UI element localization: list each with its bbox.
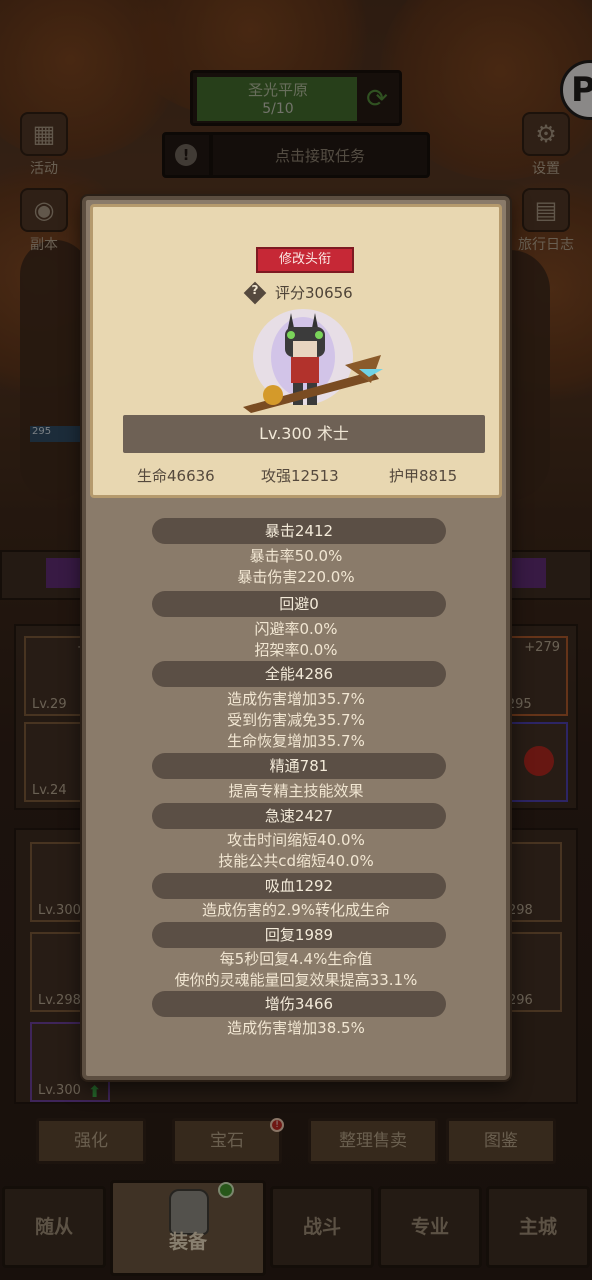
stat-header-mastery: 精通781 [152, 753, 446, 779]
stat-header-lifesteal: 吸血1292 [152, 873, 446, 899]
score-row: ? 评分30656 [243, 281, 383, 305]
stat-line: 每5秒回复4.4%生命值 [219, 950, 373, 968]
help-icon[interactable]: ? [247, 283, 263, 297]
change-title-button[interactable]: 修改头衔 [256, 247, 354, 273]
stat-header-versatility: 全能4286 [152, 661, 446, 687]
stat-line: 造成伤害增加35.7% [227, 690, 365, 708]
stat-line: 使你的灵魂能量回复效果提高33.1% [174, 971, 418, 989]
stat-header-regen: 回复1989 [152, 922, 446, 948]
hero-portrait [243, 309, 383, 413]
stat-line: 生命恢复增加35.7% [227, 732, 365, 750]
armor-stat: 护甲8815 [389, 467, 458, 485]
character-stats-popup: 修改头衔 ? 评分30656 Lv.300 术士 生命46636 攻强12513 [82, 196, 510, 1080]
stat-header-crit: 暴击2412 [152, 518, 446, 544]
stat-header-haste: 急速2427 [152, 803, 446, 829]
stat-header-avoidance: 回避0 [152, 591, 446, 617]
hp-stat: 生命46636 [137, 467, 215, 485]
stat-line: 造成伤害的2.9%转化成生命 [201, 901, 391, 919]
character-card: 修改头衔 ? 评分30656 Lv.300 术士 生命46636 攻强12513 [90, 204, 502, 498]
stat-line: 攻击时间缩短40.0% [227, 831, 365, 849]
attack-power-stat: 攻强12513 [261, 467, 339, 485]
stat-line: 暴击率50.0% [249, 547, 343, 565]
stat-line: 暴击伤害220.0% [237, 568, 355, 586]
score-value: 评分30656 [275, 284, 353, 302]
stat-line: 技能公共cd缩短40.0% [218, 852, 374, 870]
stat-line: 造成伤害增加38.5% [227, 1019, 365, 1037]
stat-line: 提高专精主技能效果 [228, 782, 364, 800]
stat-header-damage-increase: 增伤3466 [152, 991, 446, 1017]
stat-line: 招架率0.0% [254, 641, 338, 659]
stat-line: 受到伤害减免35.7% [227, 711, 365, 729]
stat-line: 闪避率0.0% [254, 620, 338, 638]
level-class-banner: Lv.300 术士 [123, 415, 485, 453]
